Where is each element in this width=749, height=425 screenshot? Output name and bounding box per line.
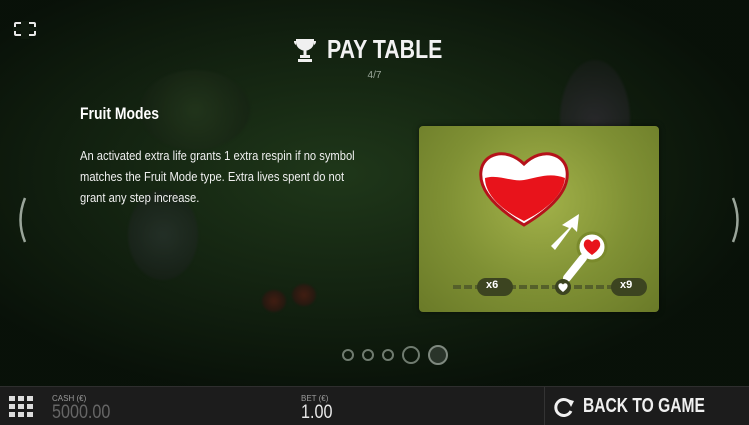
pagination-dot[interactable] bbox=[361, 349, 374, 361]
refresh-arrow-icon bbox=[554, 397, 574, 417]
multiplier-label: x6 bbox=[486, 279, 499, 291]
page-indicator: 4/7 bbox=[367, 70, 382, 81]
pagination-dot[interactable] bbox=[401, 346, 420, 364]
pagination-dot-active[interactable] bbox=[427, 345, 448, 365]
trophy-icon bbox=[293, 38, 316, 62]
background-cherry bbox=[292, 284, 316, 306]
page-header: PAY TABLE bbox=[0, 34, 749, 65]
page-title: PAY TABLE bbox=[326, 34, 442, 64]
bottom-bar: CASH (€) 5000.00 BET (€) 1.00 BACK TO GA… bbox=[0, 386, 749, 425]
back-to-game-button[interactable]: BACK TO GAME bbox=[544, 387, 749, 425]
pagination-dot[interactable] bbox=[381, 349, 394, 361]
chevron-left-icon[interactable] bbox=[14, 196, 28, 244]
cash-value: 5000.00 bbox=[52, 402, 111, 423]
pagination-dot[interactable] bbox=[341, 349, 354, 361]
grid-menu-icon[interactable] bbox=[9, 396, 35, 418]
paytable-screen: PAY TABLE 4/7 Fruit Modes An activated e… bbox=[0, 0, 749, 386]
section-description: An activated extra life grants 1 extra r… bbox=[80, 148, 355, 205]
back-to-game-label: BACK TO GAME bbox=[583, 395, 705, 417]
fruit-mode-illustration: x6 x9 bbox=[419, 126, 659, 312]
chevron-right-icon[interactable] bbox=[730, 196, 744, 244]
background-cherry bbox=[262, 290, 286, 312]
section-title: Fruit Modes bbox=[80, 104, 160, 123]
multiplier-label: x9 bbox=[620, 279, 633, 291]
bet-value: 1.00 bbox=[301, 402, 333, 423]
pagination-dots bbox=[0, 345, 749, 365]
